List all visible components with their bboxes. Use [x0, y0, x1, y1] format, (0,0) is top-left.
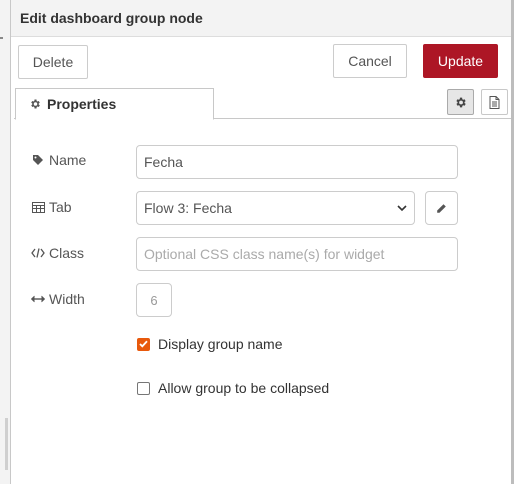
width-label-row: Width	[31, 291, 85, 307]
allow-collapse-checkbox[interactable]	[137, 381, 150, 395]
edit-tab-button[interactable]	[425, 191, 458, 225]
cancel-button[interactable]: Cancel	[333, 44, 407, 78]
allow-collapse-label: Allow group to be collapsed	[158, 380, 330, 396]
tab-select-value: Flow 3: Fecha	[144, 200, 232, 216]
tray-header: Edit dashboard group node	[11, 0, 511, 37]
tab-properties-label: Properties	[47, 96, 117, 112]
code-icon	[31, 248, 45, 258]
tray-tabs: Properties	[14, 87, 511, 120]
file-text-icon	[489, 95, 500, 109]
tab-label: Tab	[49, 199, 72, 215]
width-size-button[interactable]: 6	[136, 283, 172, 317]
workspace-edge	[0, 0, 11, 484]
tray-title: Edit dashboard group node	[20, 10, 203, 26]
node-description-tab-button[interactable]	[481, 89, 508, 115]
tag-icon	[31, 154, 45, 166]
tab-label-row: Tab	[31, 199, 72, 215]
class-input[interactable]: Optional CSS class name(s) for widget	[136, 237, 458, 271]
class-label: Class	[49, 245, 85, 261]
delete-button[interactable]: Delete	[18, 45, 88, 79]
class-label-row: Class	[31, 245, 84, 261]
name-input[interactable]: Fecha	[136, 145, 458, 179]
workspace-tick	[0, 37, 3, 39]
arrows-h-icon	[31, 295, 45, 303]
name-label: Name	[49, 152, 87, 168]
update-button[interactable]: Update	[423, 44, 498, 78]
pencil-icon	[436, 203, 447, 214]
edit-tray: Edit dashboard group node Delete Cancel …	[11, 0, 511, 484]
tab-select[interactable]: Flow 3: Fecha	[136, 191, 415, 225]
workspace-scrollbar[interactable]	[5, 418, 8, 470]
display-group-name-row[interactable]: Display group name	[137, 336, 283, 352]
display-group-name-checkbox[interactable]	[137, 337, 150, 351]
gear-icon	[29, 98, 41, 110]
width-label: Width	[49, 291, 85, 307]
tab-properties[interactable]: Properties	[15, 88, 214, 120]
name-label-row: Name	[31, 152, 86, 168]
display-group-name-label: Display group name	[158, 336, 283, 352]
gear-icon	[454, 96, 467, 109]
node-settings-tab-button[interactable]	[447, 89, 474, 115]
table-icon	[31, 201, 45, 213]
chevron-down-icon	[397, 204, 407, 212]
allow-collapse-row[interactable]: Allow group to be collapsed	[137, 380, 329, 396]
